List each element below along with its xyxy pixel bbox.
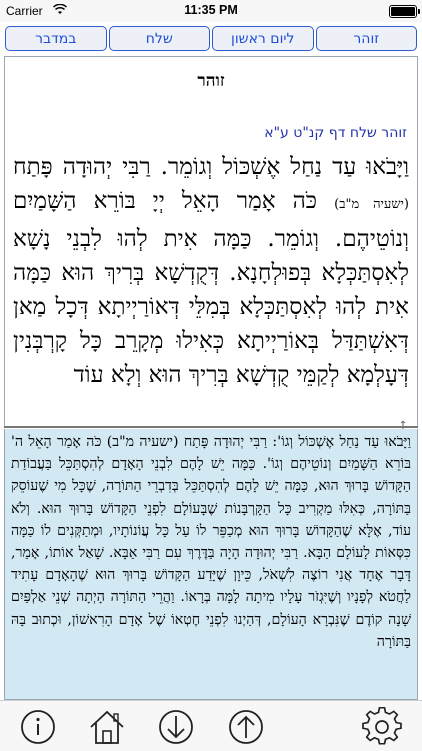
gear-icon: [362, 707, 402, 745]
source-text: וַיָּבֹאוּ עַד נַחַל אֶשְׁכּוֹל וְגוֹמֵר…: [13, 150, 409, 392]
info-button[interactable]: [18, 707, 58, 747]
settings-button[interactable]: [362, 707, 402, 747]
source-reference: זוהר שלח דף קנ"ט ע"א: [264, 125, 407, 141]
arrow-up-circle-icon: [229, 710, 263, 744]
clock: 11:35 PM: [184, 3, 238, 17]
section-tabs: במדבר שלח ליום ראשון זוהר: [4, 26, 418, 53]
source-text-pane[interactable]: זוהר זוהר שלח דף קנ"ט ע"א וַיָּבֹאוּ עַד…: [4, 56, 418, 427]
home-icon: [90, 710, 124, 744]
tab-day-one[interactable]: ליום ראשון: [212, 26, 314, 51]
tab-shelach[interactable]: שלח: [108, 26, 210, 51]
source-text-part-a: וַיָּבֹאוּ עַד נַחַל אֶשְׁכּוֹל וְגוֹמֵר…: [13, 154, 409, 180]
previous-button[interactable]: [226, 707, 266, 747]
status-bar: Carrier 11:35 PM: [0, 0, 422, 22]
pane-divider[interactable]: [4, 426, 418, 428]
tab-zohar[interactable]: זוהר: [315, 26, 417, 51]
source-text-part-b: כֹּה אָמַר הָאֵל יְיָ בּוֹרֵא הַשָּׁמַיִ…: [13, 188, 409, 388]
arrow-down-circle-icon: [159, 710, 193, 744]
page-title: זוהר: [197, 71, 225, 91]
home-button[interactable]: [87, 707, 127, 747]
translation-pane[interactable]: וַיָּבֹאוּ עַד נַחַל אֶשְׁכּוֹל וְגוֹ': …: [4, 429, 418, 700]
bottom-toolbar: [0, 700, 422, 751]
inline-citation: (ישעיה מ"ב): [334, 197, 410, 212]
translation-text: וַיָּבֹאוּ עַד נַחַל אֶשְׁכּוֹל וְגוֹ': …: [11, 434, 411, 650]
tab-bamidbar[interactable]: במדבר: [5, 26, 107, 51]
next-button[interactable]: [156, 707, 196, 747]
info-icon: [21, 710, 55, 744]
battery-icon: [389, 5, 420, 18]
